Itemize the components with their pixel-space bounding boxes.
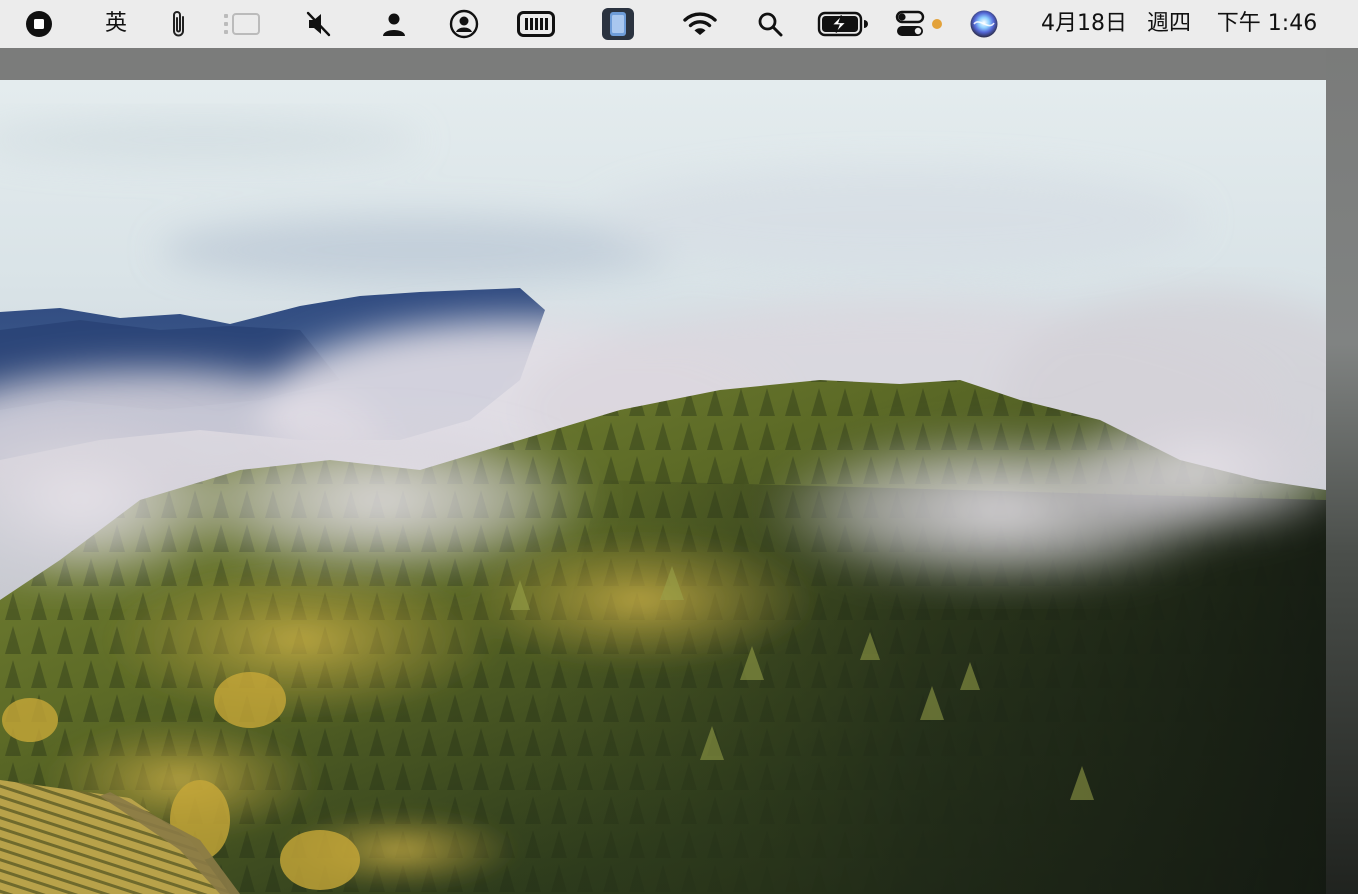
account-circle-icon[interactable] — [448, 0, 480, 48]
muted-speaker-icon[interactable] — [304, 0, 334, 48]
control-center-icon[interactable] — [894, 0, 926, 48]
clock-time[interactable]: 下午 1:46 — [1208, 0, 1326, 48]
paperclip-icon[interactable] — [166, 0, 192, 48]
window-shadow-band — [0, 48, 1358, 80]
siri-icon[interactable] — [968, 0, 1000, 48]
stop-recording-icon[interactable] — [24, 0, 54, 48]
clock-date[interactable]: 4月18日 — [1030, 0, 1138, 48]
memory-icon[interactable] — [516, 0, 556, 48]
search-icon[interactable] — [756, 0, 784, 48]
stage-manager-icon[interactable] — [222, 0, 262, 48]
input-method-icon[interactable]: 英 — [98, 0, 134, 48]
desktop-wallpaper — [0, 80, 1326, 894]
input-method-label: 英 — [104, 11, 127, 36]
clock-weekday[interactable]: 週四 — [1140, 0, 1198, 48]
desktop-edge-strip — [1326, 48, 1358, 894]
battery-charging-icon[interactable] — [816, 0, 870, 48]
notification-dot — [930, 0, 944, 48]
desktop-screen: 英 4月18日 週四 下午 1:46 — [0, 0, 1358, 894]
user-icon[interactable] — [380, 0, 408, 48]
menu-bar: 英 4月18日 週四 下午 1:46 — [0, 0, 1358, 48]
phone-app-icon[interactable] — [600, 0, 636, 48]
wifi-icon[interactable] — [682, 0, 718, 48]
